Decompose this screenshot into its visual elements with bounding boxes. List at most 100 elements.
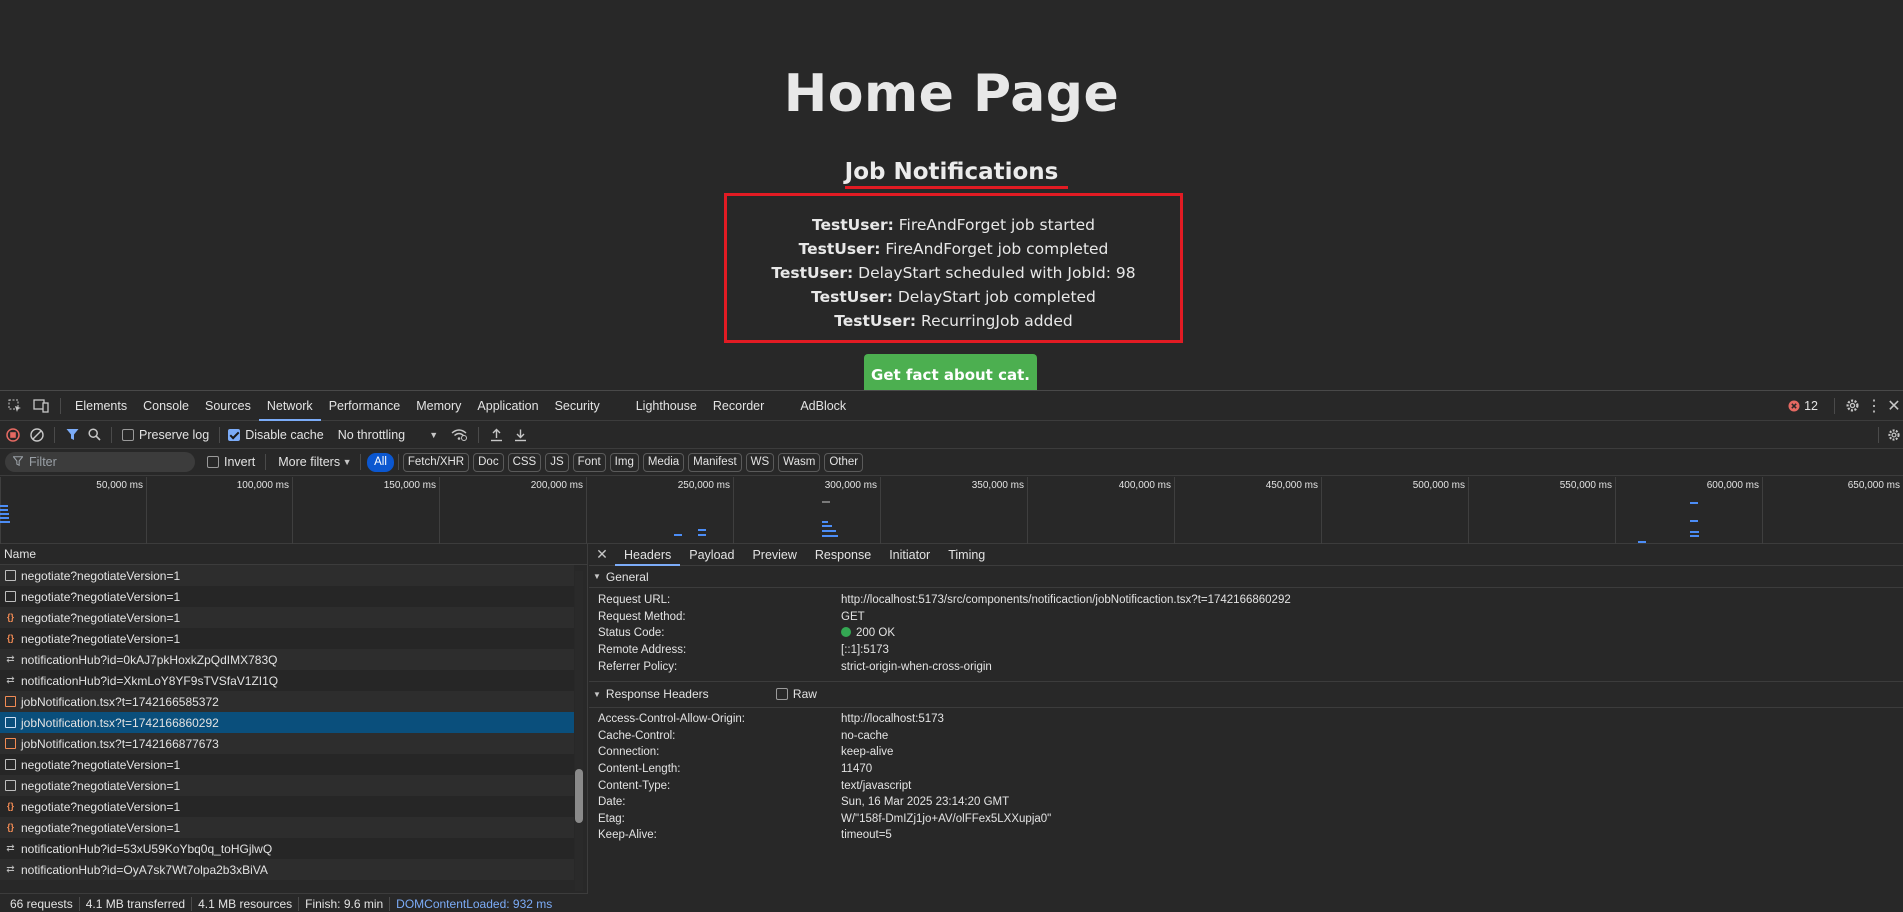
name-column-header[interactable]: Name [0, 544, 587, 565]
filter-chip-media[interactable]: Media [642, 452, 685, 472]
filter-input[interactable]: Filter [5, 452, 195, 472]
request-row[interactable]: negotiate?negotiateVersion=1 [0, 565, 574, 586]
search-icon[interactable] [83, 428, 105, 441]
raw-checkbox[interactable] [775, 688, 788, 701]
websocket-icon: ⇄ [6, 864, 15, 875]
preserve-log-checkbox[interactable] [122, 428, 134, 441]
request-row[interactable]: ⇄ notificationHub?id=XkmLoY8YF9sTVSfaV1ZI… [0, 670, 574, 691]
timeline-tick: 150,000 ms [292, 477, 439, 544]
filter-chip-wasm[interactable]: Wasm [778, 452, 821, 472]
tab-performance[interactable]: Performance [321, 391, 409, 421]
tab-headers[interactable]: Headers [615, 544, 681, 566]
request-list-scrollbar[interactable] [575, 571, 583, 891]
settings-gear-icon[interactable] [1841, 398, 1863, 413]
dropdown-arrow-icon[interactable]: ▼ [428, 430, 440, 440]
tab-elements[interactable]: Elements [67, 391, 135, 421]
request-row[interactable]: negotiate?negotiateVersion=1 [0, 586, 574, 607]
request-row[interactable]: {} negotiate?negotiateVersion=1 [0, 817, 574, 838]
web-page-content: Home Page Job Notifications TestUser: Fi… [0, 0, 1903, 394]
tab-application[interactable]: Application [469, 391, 546, 421]
dropdown-arrow-icon[interactable]: ▼ [340, 457, 354, 467]
tab-preview[interactable]: Preview [743, 544, 805, 566]
tab-recorder[interactable]: Recorder [705, 391, 772, 421]
tab-adblock[interactable]: AdBlock [792, 391, 854, 421]
request-row[interactable]: ⇄ notificationHub?id=53xU59KoYbq0q_toHGjl… [0, 838, 574, 859]
tab-console[interactable]: Console [135, 391, 197, 421]
filter-chip-js[interactable]: JS [545, 452, 569, 472]
response-headers-section-header[interactable]: ▼ Response Headers Raw [589, 682, 1903, 708]
export-har-icon[interactable] [509, 428, 533, 442]
document-icon [5, 780, 16, 791]
general-section-header[interactable]: ▼ General [589, 566, 1903, 588]
collapse-triangle-icon: ▼ [593, 689, 601, 699]
tab-lighthouse[interactable]: Lighthouse [628, 391, 705, 421]
timeline-tick-label: 600,000 ms [1706, 480, 1759, 491]
tab-initiator[interactable]: Initiator [880, 544, 939, 566]
timeline-tick: 650,000 ms [1762, 477, 1903, 544]
request-row[interactable]: {} negotiate?negotiateVersion=1 [0, 607, 574, 628]
divider [360, 454, 362, 470]
job-notifications-heading: Job Notifications [844, 159, 1059, 185]
inspect-element-icon[interactable] [2, 399, 28, 413]
disable-cache-label[interactable]: Disable cache [245, 428, 324, 442]
request-row[interactable]: negotiate?negotiateVersion=1 [0, 775, 574, 796]
clear-icon[interactable] [26, 427, 48, 442]
error-icon[interactable] [1788, 400, 1800, 412]
raw-label[interactable]: Raw [793, 687, 817, 701]
filter-chip-doc[interactable]: Doc [473, 452, 504, 472]
divider [1878, 426, 1879, 443]
close-devtools-icon[interactable]: ✕ [1885, 396, 1903, 416]
tab-security[interactable]: Security [547, 391, 608, 421]
import-har-icon[interactable] [485, 428, 509, 442]
invert-label[interactable]: Invert [224, 455, 255, 469]
filter-chip-manifest[interactable]: Manifest [688, 452, 742, 472]
get-cat-fact-button[interactable]: Get fact about cat. [864, 354, 1037, 394]
header-row: Request Method: GET [589, 609, 1903, 626]
timeline-tick-label: 200,000 ms [530, 480, 583, 491]
tab-payload[interactable]: Payload [680, 544, 743, 566]
request-row[interactable]: jobNotification.tsx?t=1742166877673 [0, 733, 574, 754]
request-row[interactable]: jobNotification.tsx?t=1742166585372 [0, 691, 574, 712]
filter-chip-img[interactable]: Img [609, 452, 639, 472]
filter-chip-fetch-xhr[interactable]: Fetch/XHR [402, 452, 470, 472]
preserve-log-label[interactable]: Preserve log [139, 428, 209, 442]
disable-cache-checkbox[interactable] [228, 428, 241, 441]
request-name: notificationHub?id=53xU59KoYbq0q_toHGjlw… [21, 841, 273, 856]
request-row[interactable]: negotiate?negotiateVersion=1 [0, 754, 574, 775]
invert-checkbox[interactable] [207, 456, 219, 468]
tab-network[interactable]: Network [258, 391, 321, 421]
request-row[interactable]: ⇄ notificationHub?id=OyA7sk7Wt7olpa2b3xBi… [0, 859, 574, 880]
stop-recording-icon[interactable] [0, 427, 26, 442]
request-count: 66 requests [4, 896, 80, 911]
scrollbar-thumb[interactable] [575, 769, 583, 823]
tab-sources[interactable]: Sources [197, 391, 259, 421]
more-filters-dropdown[interactable]: More filters [278, 455, 340, 469]
devtools-panel: Elements Console Sources Network Perform… [0, 390, 1903, 912]
page-title: Home Page [783, 64, 1120, 124]
throttling-select[interactable]: No throttling [338, 428, 428, 442]
fetch-icon: {} [6, 633, 14, 643]
error-count[interactable]: 12 [1804, 399, 1818, 413]
request-row[interactable]: {} negotiate?negotiateVersion=1 [0, 628, 574, 649]
network-conditions-icon[interactable] [446, 428, 472, 441]
request-row[interactable]: {} negotiate?negotiateVersion=1 [0, 796, 574, 817]
filter-funnel-icon[interactable] [61, 428, 83, 441]
device-toolbar-icon[interactable] [28, 398, 54, 413]
tab-response[interactable]: Response [806, 544, 880, 566]
request-row-selected[interactable]: jobNotification.tsx?t=1742166860292 [0, 712, 574, 733]
filter-chip-all[interactable]: All [367, 452, 394, 472]
more-options-icon[interactable]: ⋮ [1863, 396, 1885, 416]
network-settings-icon[interactable] [1885, 428, 1903, 442]
timeline-request-bar [822, 525, 832, 527]
filter-chip-font[interactable]: Font [572, 452, 606, 472]
filter-chip-css[interactable]: CSS [507, 452, 542, 472]
request-rows: negotiate?negotiateVersion=1 negotiate?n… [0, 565, 587, 880]
filter-chip-ws[interactable]: WS [745, 452, 775, 472]
filter-chip-other[interactable]: Other [824, 452, 864, 472]
network-overview-timeline[interactable]: 50,000 ms 100,000 ms 150,000 ms 200,000 … [0, 477, 1903, 544]
notification-user: TestUser: [798, 240, 881, 258]
request-row[interactable]: ⇄ notificationHub?id=0kAJ7pkHoxkZpQdIMX78… [0, 649, 574, 670]
tab-memory[interactable]: Memory [408, 391, 469, 421]
close-details-icon[interactable]: ✕ [589, 546, 615, 563]
tab-timing[interactable]: Timing [939, 544, 994, 566]
